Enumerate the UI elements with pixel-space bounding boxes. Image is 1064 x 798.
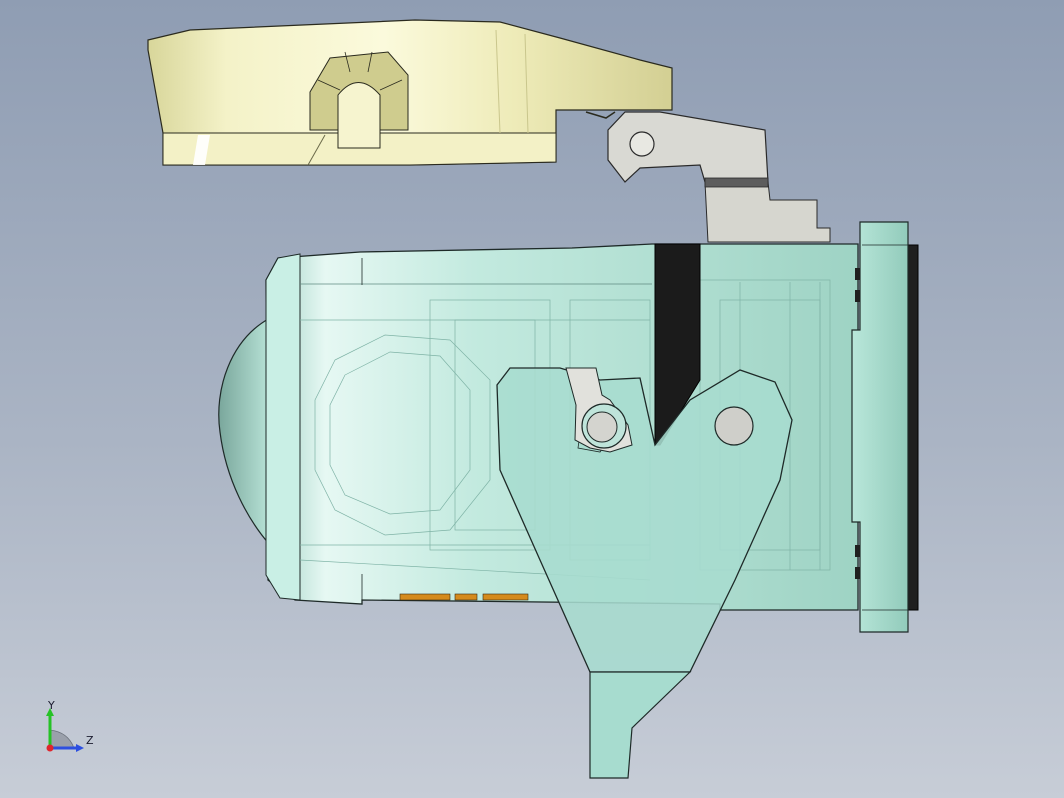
- latch-arm[interactable]: [585, 111, 831, 243]
- rear-flange[interactable]: [851, 221, 919, 633]
- assembly-model[interactable]: [0, 0, 1064, 798]
- z-axis-arrowhead: [76, 744, 84, 752]
- z-axis-label: Z: [86, 734, 94, 747]
- y-axis-label: Y: [47, 700, 55, 712]
- cad-3d-viewport[interactable]: Y Z: [0, 0, 1064, 798]
- view-orientation-triad[interactable]: Y Z: [40, 700, 100, 756]
- hinged-cover[interactable]: [147, 19, 673, 166]
- x-axis-point: [46, 744, 54, 752]
- bottom-contacts: [399, 593, 529, 601]
